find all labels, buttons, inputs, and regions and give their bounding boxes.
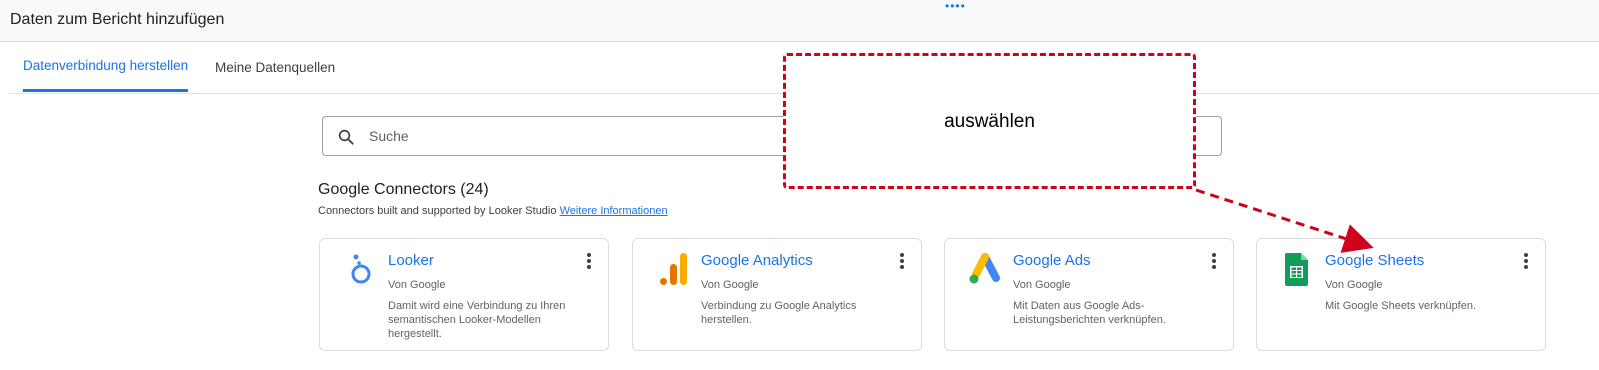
connector-card-looker[interactable]: Looker Von Google Damit wird eine Verbin…	[319, 238, 609, 351]
connector-vendor: Von Google	[388, 279, 446, 291]
annotation-text: auswählen	[944, 111, 1035, 132]
connector-description: Damit wird eine Verbindung zu Ihren sema…	[388, 300, 566, 340]
tab-meine-datenquellen[interactable]: Meine Datenquellen	[215, 42, 335, 92]
connector-name[interactable]: Google Analytics	[701, 252, 813, 269]
looker-icon	[342, 251, 378, 287]
more-options-icon[interactable]	[895, 251, 909, 271]
connector-name[interactable]: Looker	[388, 252, 434, 269]
connector-name[interactable]: Google Ads	[1013, 252, 1091, 269]
drag-handle[interactable]: ••••	[945, 0, 966, 12]
connector-description: Mit Daten aus Google Ads-Leistungsberich…	[1013, 300, 1166, 326]
tab-datenverbindung[interactable]: Datenverbindung herstellen	[23, 42, 189, 92]
google-ads-icon	[967, 251, 1003, 287]
dialog-title: Daten zum Bericht hinzufügen	[10, 11, 225, 28]
more-options-icon[interactable]	[1207, 251, 1221, 271]
connector-name[interactable]: Google Sheets	[1325, 252, 1424, 269]
search-placeholder: Suche	[369, 128, 409, 144]
google-sheets-icon	[1279, 251, 1315, 287]
dialog-header: Daten zum Bericht hinzufügen ••••	[0, 0, 1599, 42]
search-icon	[337, 128, 355, 151]
section-subtitle: Connectors built and supported by Looker…	[318, 205, 668, 217]
annotation-box: auswählen	[783, 53, 1196, 189]
connector-vendor: Von Google	[701, 279, 759, 291]
section-title: Google Connectors (24)	[318, 181, 489, 198]
section-subtitle-text: Connectors built and supported by Looker…	[318, 205, 557, 217]
connector-card-google-analytics[interactable]: Google Analytics Von Google Verbindung z…	[632, 238, 922, 351]
connector-vendor: Von Google	[1013, 279, 1071, 291]
connector-card-google-ads[interactable]: Google Ads Von Google Mit Daten aus Goog…	[944, 238, 1234, 351]
google-analytics-icon	[655, 251, 691, 287]
connector-description: Mit Google Sheets verknüpfen.	[1325, 300, 1477, 312]
more-options-icon[interactable]	[1519, 251, 1533, 271]
learn-more-link[interactable]: Weitere Informationen	[560, 205, 668, 217]
connector-description: Verbindung zu Google Analytics herstelle…	[701, 300, 857, 326]
more-options-icon[interactable]	[582, 251, 596, 271]
connector-card-google-sheets[interactable]: Google Sheets Von Google Mit Google Shee…	[1256, 238, 1546, 351]
connector-vendor: Von Google	[1325, 279, 1383, 291]
